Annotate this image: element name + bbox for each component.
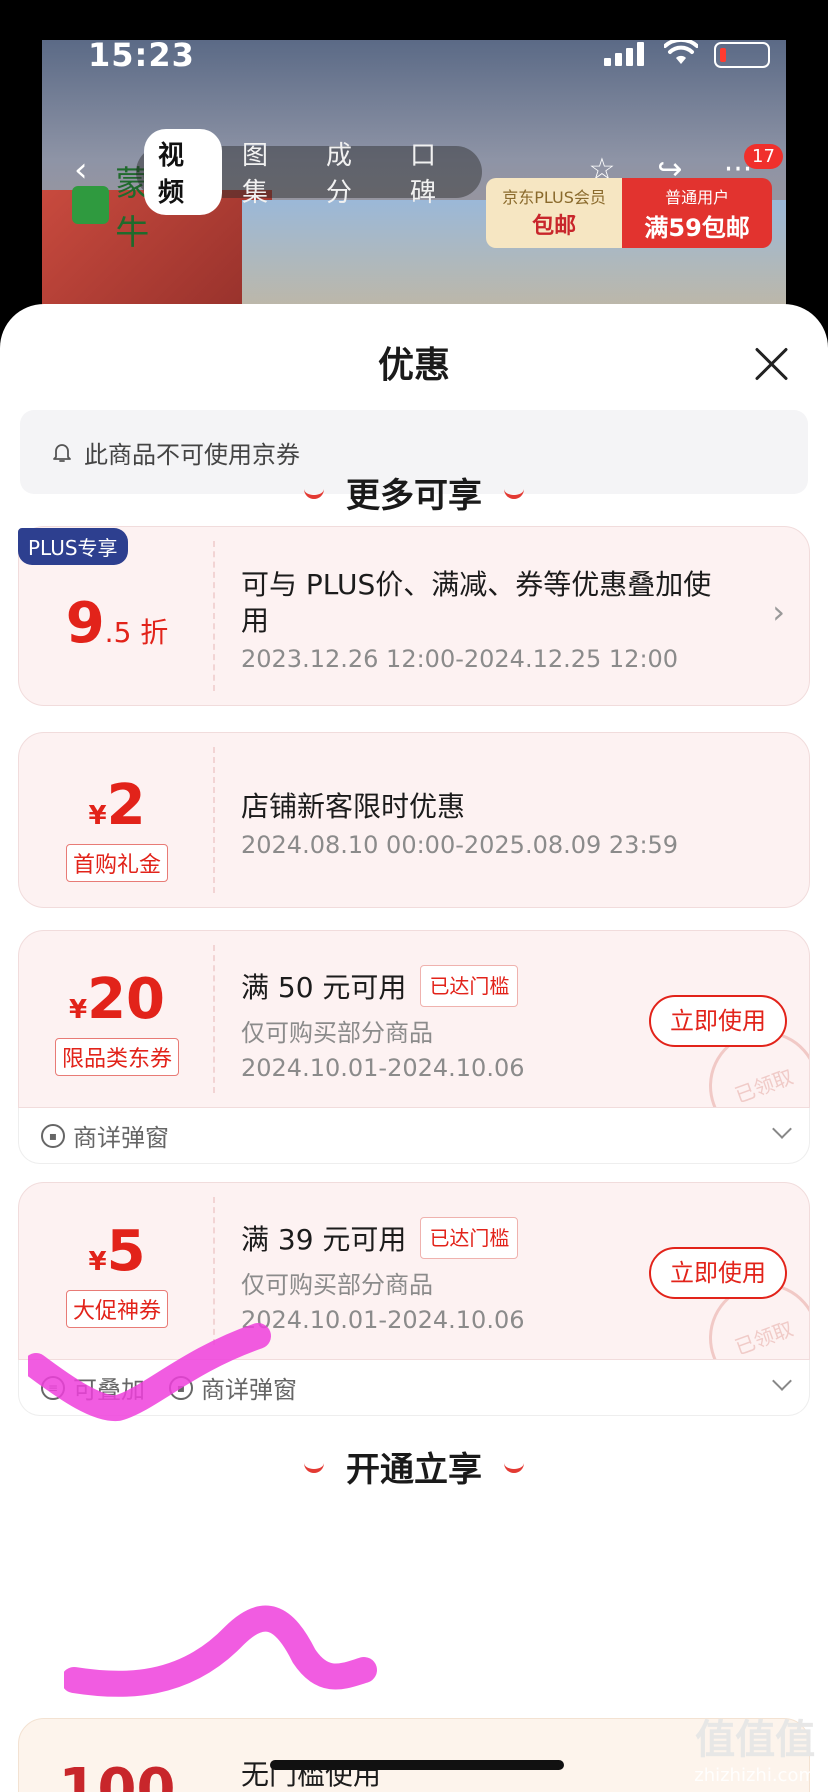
card-amount-area: 100 [19,1719,215,1792]
coupon-type-tag: 限品类东券 [54,1038,179,1076]
sheet-title: 优惠 [377,345,450,386]
footer-item-popup: ▪ 商详弹窗 [169,1370,297,1405]
plus-discount-card[interactable]: 9.5 折 可与 PLUS价、满减、券等优惠叠加使用 2023.12.26 12… [18,526,810,706]
popup-icon: ▪ [41,1123,65,1148]
card-amount-area: ¥2 首购礼金 [19,733,215,907]
coupon-footer[interactable]: ≡ 可叠加 ▪ 商详弹窗 [18,1360,810,1416]
section-more-title: 更多可享 [346,476,482,516]
gift-type-tag: 首购礼金 [65,844,168,882]
watermark-brand: 值值值 [695,1717,816,1763]
coupon-validity: 2024.10.01-2024.10.06 [241,1306,525,1334]
section-more-header: 更多可享 [0,468,828,517]
media-tab-bar: 视频 图集 成分 口碑 [136,129,482,215]
status-time: 15:23 [88,36,195,74]
watermark: 值值值 zhizhizhi.com [694,1707,816,1786]
plus-exclusive-badge: PLUS专享 [18,528,128,565]
section-ornament-right [504,1461,524,1473]
footer-item-stackable: ≡ 可叠加 [41,1370,145,1405]
shipping-info-banner: 京东PLUS会员 包邮 普通用户 满59包邮 [486,178,772,248]
plus-shipping-value: 包邮 [532,214,577,239]
brand-logo-mark [72,186,110,224]
footer-item-popup: ▪ 商详弹窗 [41,1118,169,1153]
new-customer-gift-card[interactable]: ¥2 首购礼金 店铺新客限时优惠 2024.08.10 00:00-2025.0… [18,732,810,908]
section-ornament-left [304,487,324,499]
wifi-icon [664,40,698,64]
tab-reviews[interactable]: 口碑 [396,129,474,215]
stackable-icon: ≡ [41,1375,65,1400]
section-ornament-left [304,1461,324,1473]
card-info: 可与 PLUS价、满减、券等优惠叠加使用 2023.12.26 12:00-20… [241,567,789,673]
coupon-card-5[interactable]: ¥5 大促神券 满 39 元可用 已达门槛 仅可购买部分商品 2024.10.01… [18,1182,810,1360]
card-description: 可与 PLUS价、满减、券等优惠叠加使用 [241,568,712,637]
section-open-header: 开通立享 [0,1442,828,1491]
membership-coupon-card[interactable]: 100 无门槛使用 [18,1718,810,1792]
card-amount-area: ¥20 限品类东券 [19,931,215,1107]
watermark-site: zhizhizhi.com [694,1765,816,1786]
discount-sheet: 优惠 此商品不可使用京券 更多可享 9.5 折 可与 PLUS价、满减、券等优惠… [0,304,828,1792]
battery-icon [714,42,770,68]
tab-ingredients[interactable]: 成分 [312,129,390,215]
coupon-amount: ¥20 [68,967,166,1032]
plus-shipping-label: 京东PLUS会员 [502,188,606,207]
section-ornament-right [504,487,524,499]
membership-coupon-amount: 100 [58,1757,176,1792]
chevron-right-icon[interactable]: › [772,593,785,631]
normal-shipping-label: 普通用户 [665,188,730,207]
threshold-reached-tag: 已达门槛 [420,965,519,1007]
coupon-validity: 2024.10.01-2024.10.06 [241,1054,525,1082]
use-now-button[interactable]: 立即使用 [649,1247,787,1299]
coupon-footer[interactable]: ▪ 商详弹窗 [18,1108,810,1164]
chevron-down-icon[interactable] [772,1119,792,1139]
gift-amount: ¥2 [88,773,146,838]
discount-amount: 9.5 折 [65,591,169,656]
use-now-button[interactable]: 立即使用 [649,995,787,1047]
bell-icon [53,444,71,462]
coupon-amount: ¥5 [88,1219,146,1284]
card-info: 店铺新客限时优惠 2024.08.10 00:00-2025.08.09 23:… [241,789,789,859]
popup-icon: ▪ [169,1375,193,1400]
card-validity: 2024.08.10 00:00-2025.08.09 23:59 [241,831,679,859]
coupon-type-tag: 大促神券 [65,1290,168,1328]
plus-shipping-block: 京东PLUS会员 包邮 [486,178,623,248]
threshold-reached-tag: 已达门槛 [420,1217,519,1259]
card-amount-area: ¥5 大促神券 [19,1183,215,1359]
card-description: 店铺新客限时优惠 [241,790,466,823]
card-validity: 2023.12.26 12:00-2024.12.25 12:00 [241,645,679,673]
chevron-down-icon[interactable] [772,1371,792,1391]
section-open-title: 开通立享 [346,1450,482,1490]
message-count-badge: 17 [744,144,783,169]
home-indicator[interactable] [270,1760,564,1770]
close-icon[interactable] [752,344,792,384]
cellular-signal-icon [604,42,644,66]
tab-video[interactable]: 视频 [144,129,222,215]
back-chevron-icon[interactable]: ‹ [74,150,88,190]
tab-gallery[interactable]: 图集 [228,129,306,215]
normal-shipping-value: 满59包邮 [644,214,750,242]
coupon-notice-text: 此商品不可使用京券 [84,440,300,469]
coupon-card-20[interactable]: ¥20 限品类东券 满 50 元可用 已达门槛 仅可购买部分商品 2024.10.… [18,930,810,1108]
normal-shipping-block: 普通用户 满59包邮 [622,178,772,248]
